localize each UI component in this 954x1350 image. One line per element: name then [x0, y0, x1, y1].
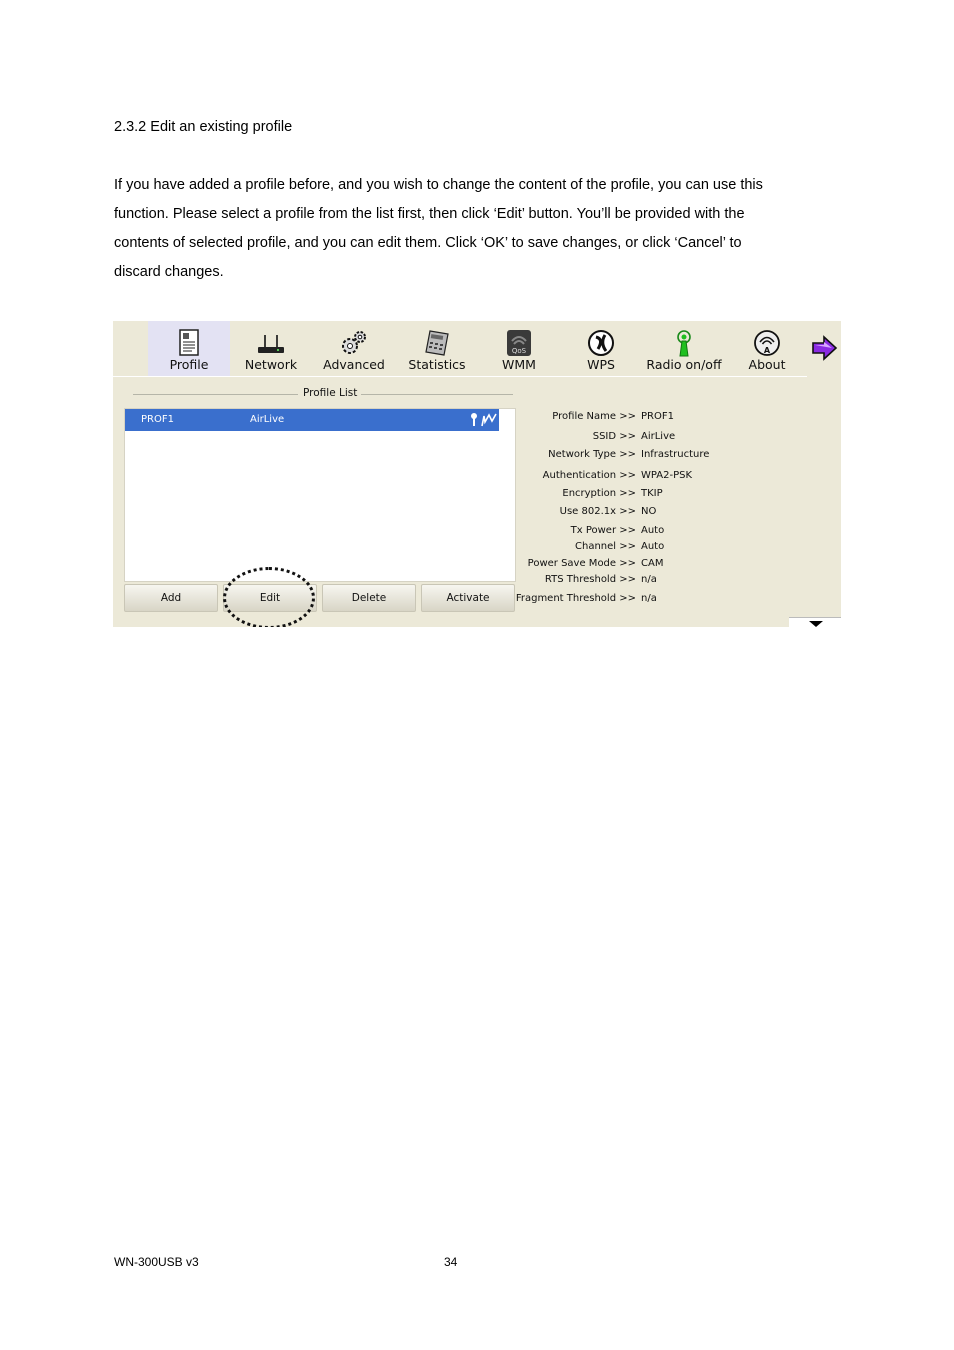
paragraph-line: function. Please select a profile from t…: [114, 206, 745, 222]
utility-screenshot: Profile Network Advanced Statistics QoS …: [113, 321, 841, 627]
detail-value: PROF1: [641, 411, 674, 422]
detail-key: SSID >>: [592, 431, 636, 442]
about-icon: A: [754, 330, 780, 356]
tab-profile[interactable]: Profile: [148, 321, 230, 377]
detail-value: AirLive: [641, 431, 676, 442]
body-paragraph: If you have added a profile before, and …: [114, 171, 844, 287]
profile-list-legend: Profile List: [123, 387, 515, 401]
paragraph-line: discard changes.: [114, 264, 224, 280]
section-heading: 2.3.2 Edit an existing profile: [114, 119, 293, 135]
detail-key: Encryption >>: [562, 488, 636, 499]
detail-key: Profile Name >>: [552, 411, 636, 422]
detail-key: RTS Threshold >>: [544, 574, 636, 585]
right-panel: [807, 321, 841, 627]
detail-value: TKIP: [641, 488, 663, 499]
detail-key: Use 802.1x >>: [559, 506, 636, 517]
network-icon: [258, 335, 284, 353]
activate-button[interactable]: Activate: [421, 584, 515, 612]
tab-advanced[interactable]: Advanced: [313, 321, 395, 377]
detail-key: Network Type >>: [548, 449, 636, 460]
detail-row: Profile Name >> PROF1: [523, 411, 803, 425]
detail-row: SSID >> AirLive: [523, 431, 803, 445]
svg-text:QoS: QoS: [512, 347, 527, 355]
detail-row: Fragment Threshold >> n/a: [516, 593, 803, 607]
tab-label: Network: [244, 357, 298, 372]
tab-statistics[interactable]: Statistics: [397, 321, 477, 377]
detail-row: Authentication >> WPA2-PSK: [523, 470, 803, 484]
tab-label: Radio on/off: [646, 357, 722, 372]
profile-list-title: Profile List: [303, 387, 358, 399]
profile-list[interactable]: PROF1 AirLive: [124, 408, 516, 582]
delete-button[interactable]: Delete: [322, 584, 416, 612]
detail-key: Tx Power >>: [570, 525, 636, 536]
paragraph-line: If you have added a profile before, and …: [114, 177, 763, 193]
paragraph-line: contents of selected profile, and you ca…: [114, 235, 742, 251]
detail-value: NO: [641, 506, 657, 517]
detail-value: CAM: [641, 558, 664, 569]
page-number: 34: [444, 1255, 458, 1269]
tab-label: Statistics: [408, 357, 466, 372]
detail-value: Auto: [641, 525, 665, 536]
detail-row: Use 802.1x >> NO: [523, 506, 803, 520]
wps-icon: [588, 330, 614, 356]
key-icon: [471, 413, 497, 427]
detail-row: Power Save Mode >> CAM: [523, 558, 803, 572]
detail-row: Tx Power >> Auto: [523, 525, 803, 539]
tab-label: WPS: [587, 357, 615, 372]
tab-radio-on-off[interactable]: Radio on/off: [641, 321, 727, 377]
detail-key: Channel >>: [575, 541, 636, 552]
detail-value: n/a: [641, 574, 657, 585]
wmm-icon: QoS: [507, 330, 531, 356]
profile-name-cell: PROF1: [141, 414, 174, 425]
detail-row: Encryption >> TKIP: [523, 488, 803, 502]
detail-row: RTS Threshold >> n/a: [523, 574, 803, 588]
radio-icon: [677, 330, 691, 357]
tab-label: Profile: [169, 357, 209, 372]
edit-button[interactable]: Edit: [223, 584, 317, 612]
detail-value: Infrastructure: [641, 449, 710, 460]
statistics-icon: [425, 330, 449, 356]
detail-row: Channel >> Auto: [523, 541, 803, 555]
detail-value: Auto: [641, 541, 665, 552]
detail-value: WPA2-PSK: [641, 470, 693, 481]
profile-icon: [179, 329, 199, 356]
ssid-cell: AirLive: [250, 414, 285, 425]
detail-value: n/a: [641, 593, 657, 604]
svg-text:A: A: [764, 346, 771, 355]
detail-key: Authentication >>: [542, 470, 636, 481]
detail-key: Fragment Threshold >>: [515, 593, 636, 604]
advanced-icon: [342, 331, 366, 354]
tab-wps[interactable]: WPS: [561, 321, 641, 377]
tab-wmm[interactable]: QoS WMM: [479, 321, 559, 377]
toolbar: Profile Network Advanced Statistics QoS …: [113, 321, 807, 377]
footer-model: WN-300USB v3: [114, 1255, 199, 1269]
detail-key: Power Save Mode >>: [527, 558, 636, 569]
scroll-down-button[interactable]: [789, 617, 841, 627]
detail-row: Network Type >> Infrastructure: [523, 449, 803, 463]
tab-network[interactable]: Network: [231, 321, 311, 377]
arrow-right-icon[interactable]: [810, 334, 838, 362]
tab-label: WMM: [502, 357, 536, 372]
table-row[interactable]: PROF1 AirLive: [125, 409, 499, 431]
add-button[interactable]: Add: [124, 584, 218, 612]
tab-label: About: [748, 357, 786, 372]
tab-label: Advanced: [323, 357, 385, 372]
tab-about[interactable]: A About: [727, 321, 807, 377]
